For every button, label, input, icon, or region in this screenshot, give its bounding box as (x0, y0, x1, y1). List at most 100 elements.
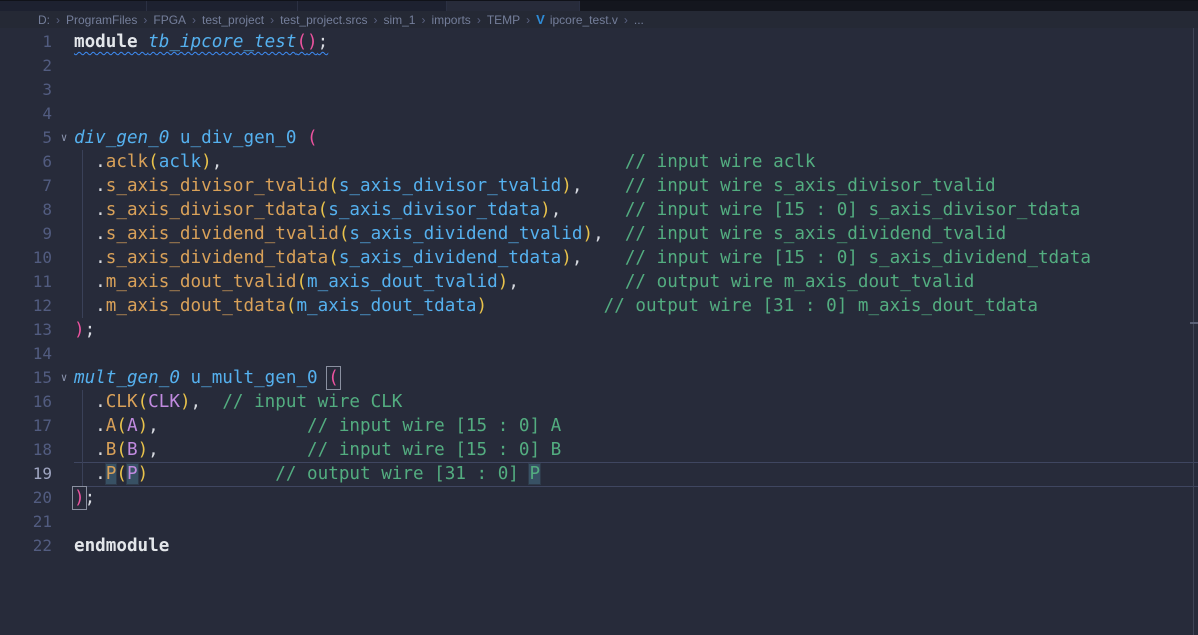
code-line-18[interactable]: 18 .B(B), // input wire [15 : 0] B (0, 438, 1198, 462)
fold-chevron-down-icon[interactable]: ∨ (56, 366, 72, 390)
code-line-1[interactable]: 1module tb_ipcore_test(); (0, 30, 1198, 54)
code-line-15[interactable]: 15∨mult_gen_0 u_mult_gen_0 ( (0, 366, 1198, 390)
token: ; (318, 32, 329, 52)
verilog-file-icon: V (536, 12, 545, 27)
token: ( (318, 200, 329, 220)
token: ) (180, 392, 191, 412)
tab-3[interactable] (298, 1, 447, 11)
token: ) (138, 440, 149, 460)
token: . (74, 176, 106, 196)
breadcrumb-item-d-[interactable]: D: (38, 13, 50, 27)
breadcrumb-separator: › (526, 13, 530, 27)
token: m_axis_dout_tdata (106, 296, 286, 316)
token: A (106, 416, 117, 436)
breadcrumb-item-programfiles[interactable]: ProgramFiles (66, 13, 137, 27)
token: ( (148, 152, 159, 172)
token: aclk (159, 152, 201, 172)
token: ) (138, 416, 149, 436)
breadcrumb-item-sim-1[interactable]: sim_1 (383, 13, 415, 27)
token: // input wire [15 : 0] A (307, 416, 561, 436)
breadcrumb-separator: › (373, 13, 377, 27)
code-line-9[interactable]: 9 .s_axis_dividend_tvalid(s_axis_dividen… (0, 222, 1198, 246)
token (487, 296, 604, 316)
token: A (127, 416, 138, 436)
fold-chevron-down-icon[interactable]: ∨ (56, 126, 72, 150)
tab-2[interactable] (147, 1, 298, 11)
breadcrumb-item-test-project[interactable]: test_project (202, 13, 264, 27)
line-number-16: 16 (0, 390, 74, 414)
token: . (74, 416, 106, 436)
line-number-8: 8 (0, 198, 74, 222)
code-text-11: .m_axis_dout_tvalid(m_axis_dout_tvalid),… (74, 270, 1198, 294)
code-line-4[interactable]: 4 (0, 102, 1198, 126)
token: s_axis_dividend_tdata (106, 248, 328, 268)
code-text-17: .A(A), // input wire [15 : 0] A (74, 414, 1198, 438)
line-number-12: 12 (0, 294, 74, 318)
line-number-4: 4 (0, 102, 74, 126)
code-line-16[interactable]: 16 .CLK(CLK), // input wire CLK (0, 390, 1198, 414)
breadcrumb-separator: › (477, 13, 481, 27)
code-text-15: mult_gen_0 u_mult_gen_0 ( (74, 366, 1198, 390)
code-text-14 (74, 342, 1198, 366)
token (222, 152, 625, 172)
code-line-22[interactable]: 22endmodule (0, 534, 1198, 558)
code-line-7[interactable]: 7 .s_axis_divisor_tvalid(s_axis_divisor_… (0, 174, 1198, 198)
token: u_mult_gen_0 (180, 368, 328, 388)
token: // input wire s_axis_divisor_tvalid (625, 176, 996, 196)
token: , (593, 224, 604, 244)
token: , (148, 416, 159, 436)
token: B (106, 440, 117, 460)
code-line-12[interactable]: 12 .m_axis_dout_tdata(m_axis_dout_tdata)… (0, 294, 1198, 318)
breadcrumb-file-name[interactable]: ipcore_test.v (550, 13, 618, 27)
breadcrumb-item-imports[interactable]: imports (431, 13, 470, 27)
code-line-20[interactable]: 20); (0, 486, 1198, 510)
code-line-13[interactable]: 13); (0, 318, 1198, 342)
code-line-3[interactable]: 3 (0, 78, 1198, 102)
code-line-17[interactable]: 17 .A(A), // input wire [15 : 0] A (0, 414, 1198, 438)
token: CLK (148, 392, 180, 412)
code-line-2[interactable]: 2 (0, 54, 1198, 78)
code-line-5[interactable]: 5∨div_gen_0 u_div_gen_0 ( (0, 126, 1198, 150)
line-number-18: 18 (0, 438, 74, 462)
breadcrumb-overflow[interactable]: ... (634, 13, 644, 27)
code-text-1: module tb_ipcore_test(); (74, 30, 1198, 54)
token: s_axis_divisor_tvalid (339, 176, 561, 196)
code-text-5: div_gen_0 u_div_gen_0 ( (74, 126, 1198, 150)
breadcrumb-separator: › (56, 13, 60, 27)
code-editor[interactable]: 1module tb_ipcore_test();2345∨div_gen_0 … (0, 28, 1198, 635)
tab-1[interactable] (0, 1, 147, 11)
token: ) (477, 296, 488, 316)
token: ( (296, 32, 307, 52)
token: m_axis_dout_tdata (296, 296, 476, 316)
code-line-14[interactable]: 14 (0, 342, 1198, 366)
token: // output wire [31 : 0] m_axis_dout_tdat… (604, 296, 1038, 316)
token: . (74, 440, 106, 460)
code-line-21[interactable]: 21 (0, 510, 1198, 534)
scrollbar[interactable] (1193, 28, 1194, 635)
token: ( (286, 296, 297, 316)
occurrence-highlight: P (127, 464, 138, 484)
breadcrumb-separator: › (143, 13, 147, 27)
line-number-2: 2 (0, 54, 74, 78)
breadcrumb-item-test-project-srcs[interactable]: test_project.srcs (280, 13, 367, 27)
token: ) (498, 272, 509, 292)
token: m_axis_dout_tvalid (106, 272, 297, 292)
code-line-6[interactable]: 6 .aclk(aclk), // input wire aclk (0, 150, 1198, 174)
line-number-10: 10 (0, 246, 74, 270)
tab-4-active[interactable] (447, 1, 580, 11)
token: ( (116, 440, 127, 460)
breadcrumb-item-temp[interactable]: TEMP (487, 13, 520, 27)
code-line-10[interactable]: 10 .s_axis_dividend_tdata(s_axis_dividen… (0, 246, 1198, 270)
token: // output wire m_axis_dout_tvalid (625, 272, 975, 292)
breadcrumb-separator: › (624, 13, 628, 27)
code-line-19[interactable]: 19 .P(P) // output wire [31 : 0] P (0, 462, 1198, 486)
token: ) (561, 176, 572, 196)
code-line-8[interactable]: 8 .s_axis_divisor_tdata(s_axis_divisor_t… (0, 198, 1198, 222)
breadcrumb-item-fpga[interactable]: FPGA (153, 13, 186, 27)
token: . (74, 296, 106, 316)
token: ( (328, 368, 339, 388)
token: , (508, 272, 519, 292)
token: div_gen_0 (74, 128, 169, 148)
token: , (212, 152, 223, 172)
code-line-11[interactable]: 11 .m_axis_dout_tvalid(m_axis_dout_tvali… (0, 270, 1198, 294)
